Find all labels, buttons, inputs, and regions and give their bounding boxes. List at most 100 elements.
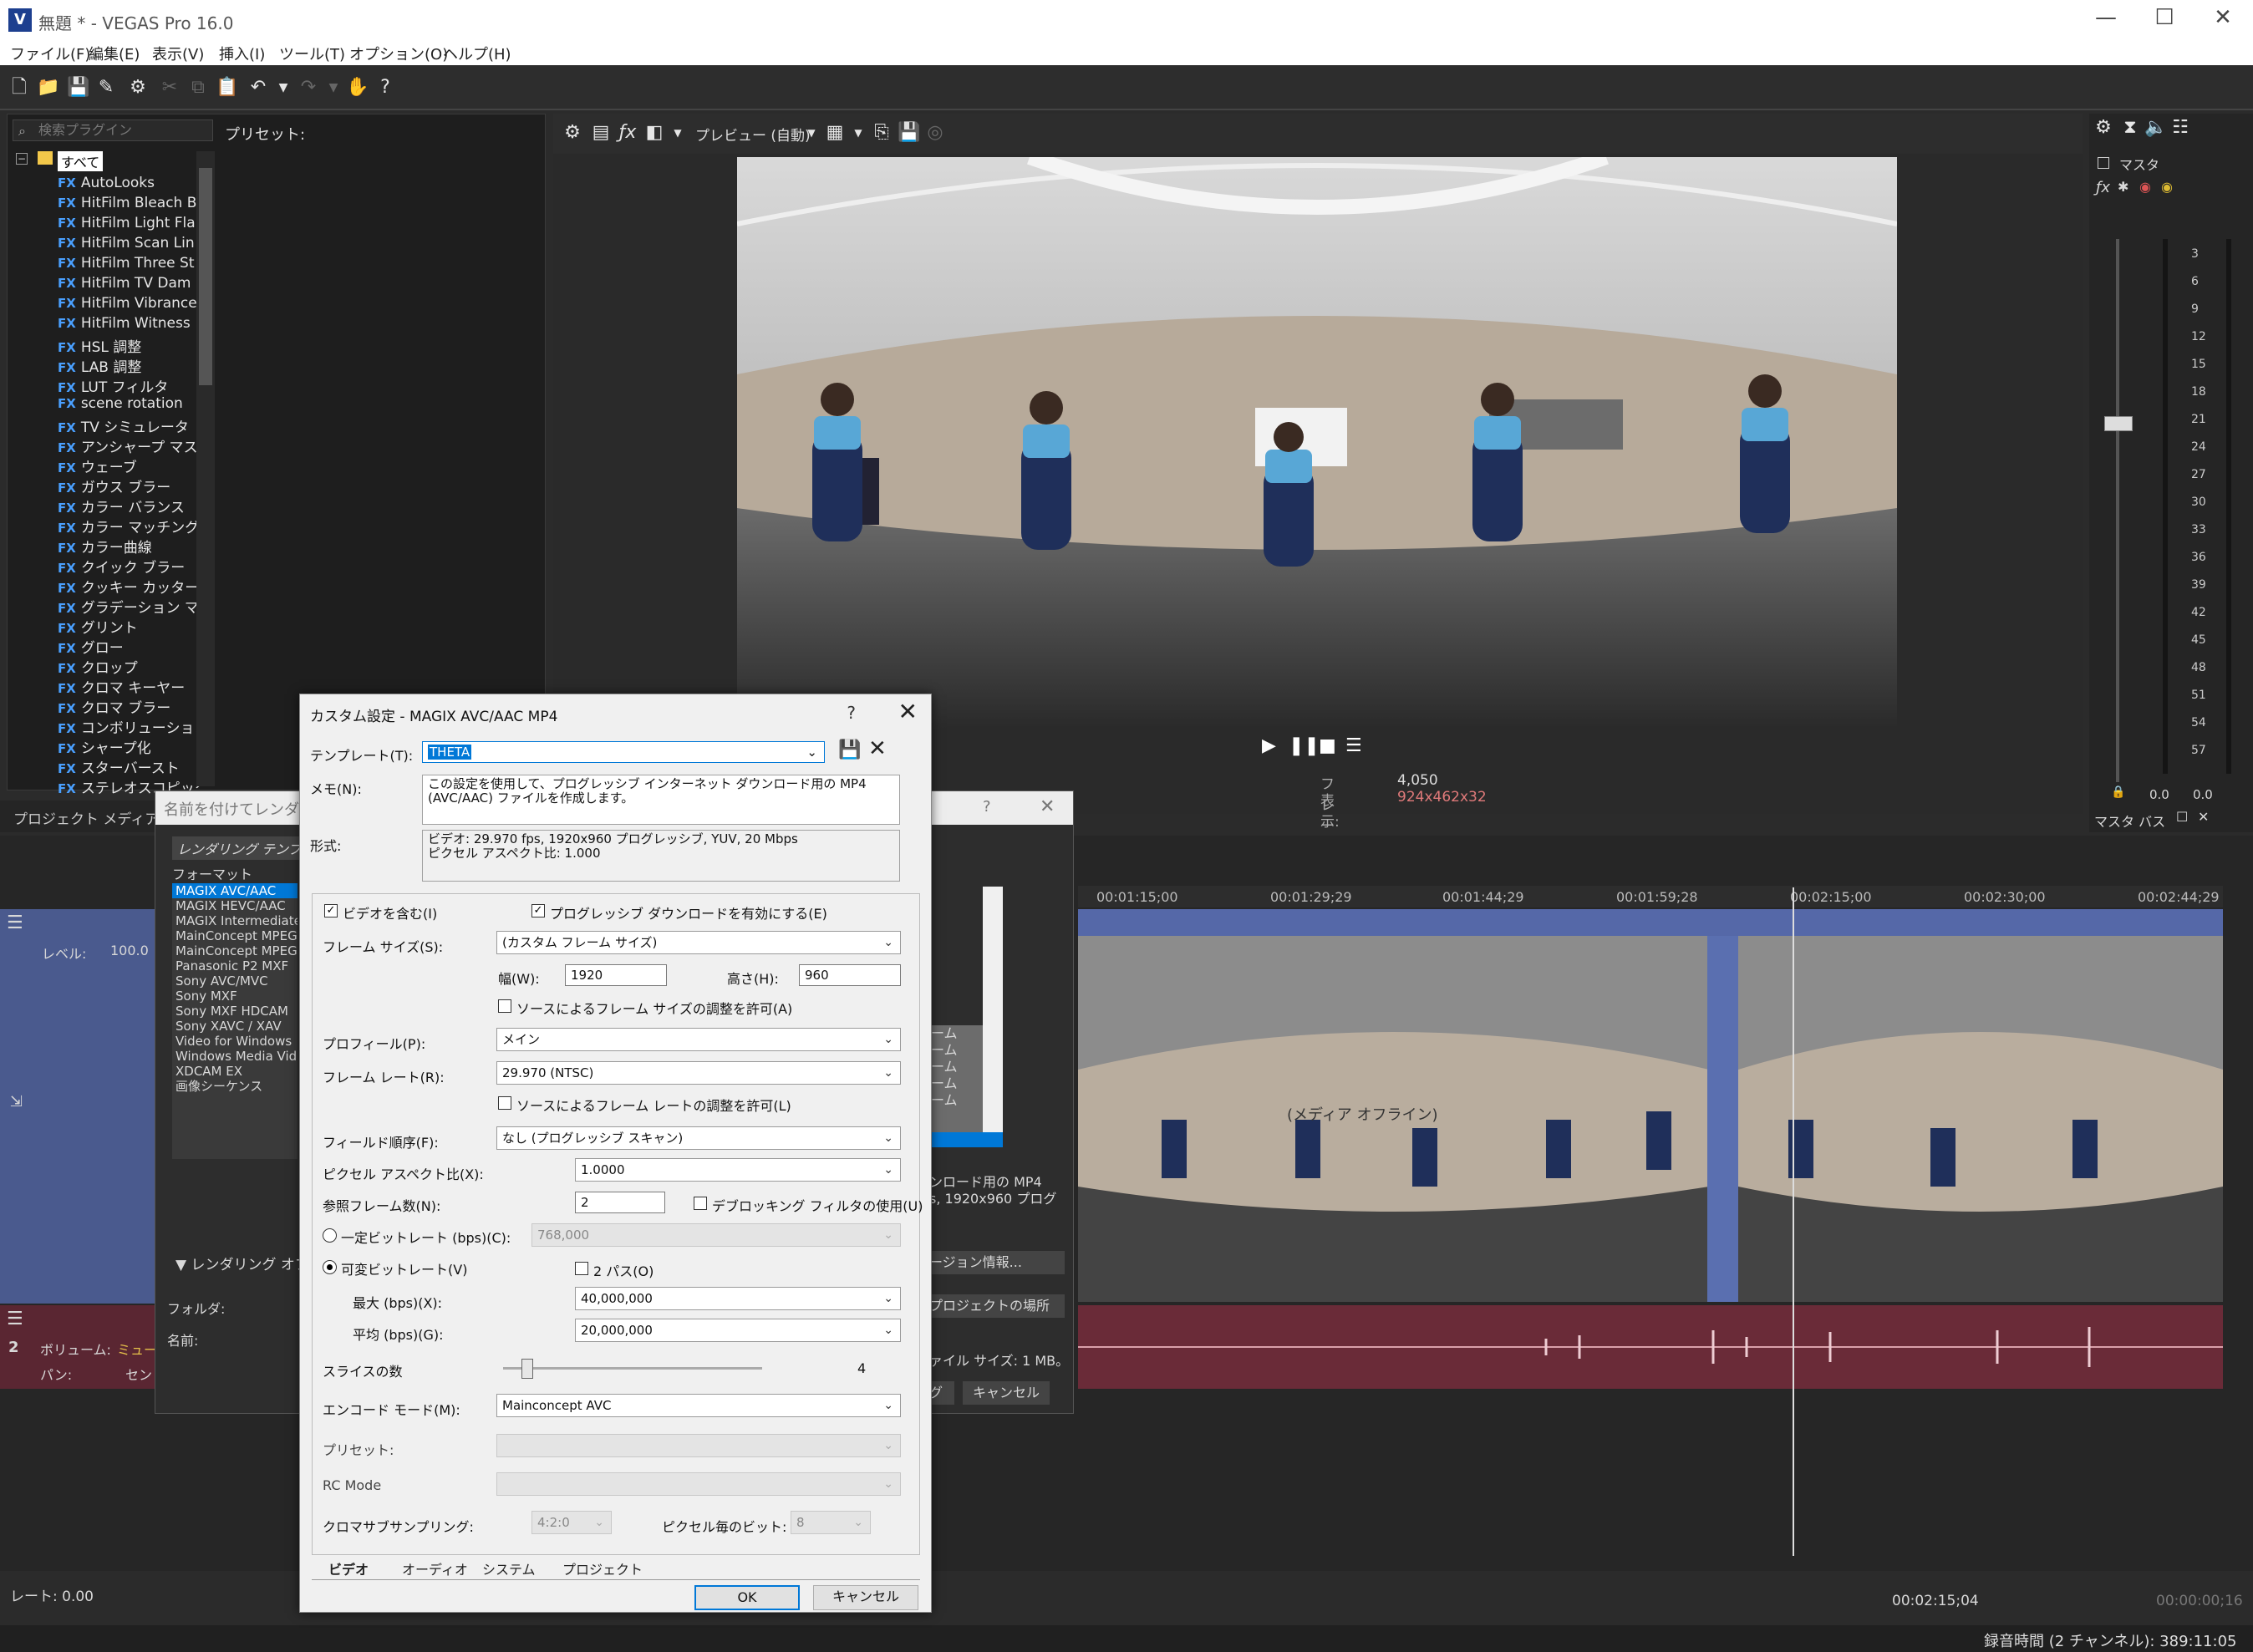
plugin-item[interactable]: FX グラデーション マップ (58, 596, 200, 617)
copy-icon[interactable]: ⧉ (187, 77, 209, 99)
save-icon[interactable]: 💾 (67, 77, 89, 99)
plugin-item[interactable]: FX シャープ化 (58, 736, 200, 757)
plugin-item[interactable]: FX LAB 調整 (58, 355, 200, 376)
memo-textarea[interactable]: この設定を使用して、プログレッシブ インターネット ダウンロード用の MP4 (… (422, 775, 900, 825)
frame-size-select[interactable]: (カスタム フレーム サイズ) ⌄ (496, 931, 901, 954)
tree-root-all[interactable]: すべて (58, 151, 104, 171)
video-clip-thumbnail-2[interactable] (1738, 936, 2223, 1302)
menu-file[interactable]: ファイル(F) (10, 43, 90, 64)
menu-insert[interactable]: 挿入(I) (219, 43, 265, 64)
format-list-item[interactable]: MainConcept MPEG (172, 928, 298, 943)
mixer-solo-icon[interactable]: ◉ (2161, 179, 2173, 195)
mute-icon[interactable]: 🔈 (2144, 117, 2167, 139)
vbr-radio[interactable] (323, 1260, 337, 1274)
level-value[interactable]: 100.0 (110, 943, 149, 958)
redo-icon[interactable]: ↷ (298, 77, 319, 99)
mixer-settings-icon[interactable]: ⚙ (2093, 117, 2114, 139)
mixer-fx-chain-icon[interactable]: ✱ (2118, 179, 2128, 195)
plugin-search-input[interactable]: ⌕ 検索プラグイン (13, 119, 213, 141)
plugin-item[interactable]: FX コンボリューション フ (58, 716, 200, 737)
format-list-item[interactable]: Sony XAVC / XAV (172, 1019, 298, 1034)
paste-icon[interactable]: 📋 (216, 77, 238, 99)
plugin-item[interactable]: FX LUT フィルタ (58, 375, 200, 396)
close-button[interactable]: ✕ (2198, 5, 2248, 35)
mixer-record-icon[interactable]: ◉ (2139, 179, 2151, 195)
plugin-item[interactable]: FX クロマ ブラー (58, 696, 200, 717)
track-expand-icon[interactable]: ⇲ (10, 1093, 23, 1111)
menu-edit[interactable]: 編集(E) (89, 43, 140, 64)
cbr-select[interactable]: 768,000 ⌄ (531, 1223, 901, 1247)
format-list-item[interactable]: XDCAM EX (172, 1064, 298, 1079)
encode-mode-select[interactable]: Mainconcept AVC ⌄ (496, 1394, 901, 1417)
plugin-item[interactable]: FX HitFilm Scan Lin (58, 235, 200, 252)
new-icon[interactable]: 🗋 (8, 77, 30, 99)
redo-dropdown-icon[interactable]: ▼ (323, 77, 344, 99)
slices-slider-thumb[interactable] (521, 1359, 533, 1379)
template-select[interactable]: THETA ⌄ (422, 741, 825, 763)
plugin-item[interactable]: FX グロー (58, 636, 200, 657)
render-button-partial[interactable]: グ (929, 1381, 954, 1405)
format-list-item[interactable]: Panasonic P2 MXF (172, 958, 298, 973)
overlays-icon[interactable]: ▦ (824, 122, 846, 144)
ref-frames-field[interactable]: 2 (575, 1192, 665, 1213)
preview-quality[interactable]: プレビュー (自動) (695, 124, 811, 145)
render-icon[interactable]: ✎ (95, 77, 117, 99)
bus-close-icon[interactable]: ✕ (2198, 809, 2209, 825)
avg-bitrate-select[interactable]: 20,000,000 ⌄ (575, 1319, 901, 1342)
max-bitrate-select[interactable]: 40,000,000 ⌄ (575, 1287, 901, 1310)
menu-options[interactable]: オプション(O) (349, 43, 448, 64)
lock-icon[interactable]: 🔒 (2111, 785, 2125, 799)
project-location-button[interactable]: プロジェクトの場所 (929, 1294, 1065, 1318)
audio-track-menu-icon[interactable]: ☰ (7, 1309, 23, 1329)
bus-pin-icon[interactable]: ☐ (2176, 809, 2188, 825)
stop-icon[interactable]: ■ (1319, 735, 1336, 756)
height-field[interactable]: 960 (799, 964, 901, 986)
plugin-item[interactable]: FX HitFilm Bleach B (58, 195, 200, 211)
version-info-button[interactable]: ージョン情報... (929, 1251, 1065, 1274)
template-row-partial[interactable]: ーム (931, 1075, 983, 1092)
plugin-item[interactable]: FX クッキー カッター (58, 576, 200, 597)
plugin-item[interactable]: FX グリント (58, 616, 200, 637)
pause-icon[interactable]: ❚❚ (1289, 735, 1320, 756)
chroma-select[interactable]: 4:2:0 ⌄ (531, 1511, 612, 1534)
time-ruler[interactable]: 00:01:15;00 00:01:29;29 00:01:44;29 00:0… (1078, 886, 2223, 907)
deblocking-checkbox[interactable] (694, 1197, 707, 1210)
tab-project[interactable]: プロジェクト (562, 1558, 643, 1578)
plugin-item[interactable]: FX ガウス ブラー (58, 475, 200, 496)
settings-icon[interactable]: ⚙ (127, 77, 149, 99)
whats-this-icon[interactable]: ? (374, 77, 396, 99)
template-row-partial[interactable]: ーム (931, 1059, 983, 1075)
scroll-thumb[interactable] (199, 168, 212, 385)
plugin-item[interactable]: FX HSL 調整 (58, 335, 200, 356)
pixel-aspect-select[interactable]: 1.0000 ⌄ (575, 1158, 901, 1182)
ok-button[interactable]: OK (694, 1585, 800, 1610)
open-icon[interactable]: 📁 (37, 77, 59, 99)
play-icon[interactable]: ▶ (1262, 735, 1276, 756)
template-dropdown-icon[interactable]: ⌄ (806, 744, 817, 760)
menu-icon[interactable]: ☰ (1345, 735, 1362, 756)
format-list-item[interactable]: Windows Media Vid (172, 1049, 298, 1064)
render-help-icon[interactable]: ? (983, 798, 991, 816)
field-order-select[interactable]: なし (プログレッシブ スキャン) ⌄ (496, 1126, 901, 1150)
plugin-item[interactable]: FX クロップ (58, 656, 200, 677)
format-list-item[interactable]: MainConcept MPEG (172, 943, 298, 958)
menu-view[interactable]: 表示(V) (152, 43, 204, 64)
template-row-partial[interactable]: ーム (931, 1042, 983, 1059)
volume-value[interactable]: ミュー (117, 1339, 157, 1359)
plugin-item[interactable]: FX カラー バランス (58, 496, 200, 516)
plugin-item[interactable]: FX ウェーブ (58, 455, 200, 476)
format-list-item[interactable]: MAGIX AVC/AAC (172, 883, 298, 898)
template-list-scrollbar[interactable] (983, 887, 1003, 1137)
split-dropdown-icon[interactable]: ▼ (667, 122, 689, 144)
format-list[interactable]: MAGIX AVC/AAC MAGIX HEVC/AAC MAGIX Interme… (172, 883, 298, 1159)
downmix-icon[interactable]: ⧗ (2119, 117, 2141, 139)
playhead-cursor[interactable] (1793, 887, 1794, 1556)
menu-help[interactable]: ヘルプ(H) (443, 43, 511, 64)
audio-track-lane[interactable] (1078, 1305, 2223, 1389)
undo-icon[interactable]: ↶ (247, 77, 269, 99)
plugin-item[interactable]: FX AutoLooks (58, 175, 200, 191)
menu-tools[interactable]: ツール(T) (279, 43, 345, 64)
tab-system[interactable]: システム (482, 1558, 536, 1578)
plugin-item[interactable]: FX HitFilm TV Dam (58, 275, 200, 292)
save-snapshot-icon[interactable]: 💾 (898, 122, 920, 144)
